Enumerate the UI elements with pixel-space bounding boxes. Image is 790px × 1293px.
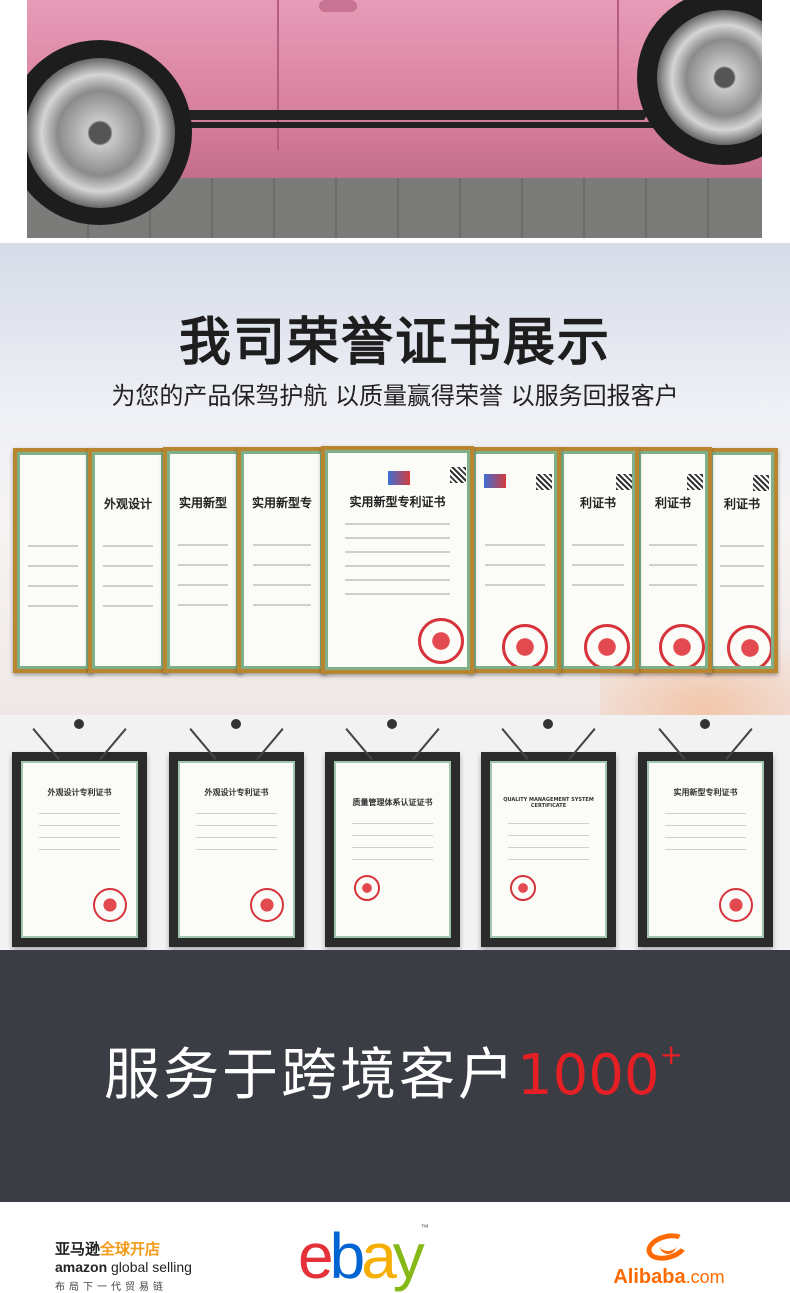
- customer-count-text: 服务于跨境客户1000+: [0, 1030, 790, 1111]
- ebay-letter: e: [298, 1220, 334, 1292]
- honor-title: 我司荣誉证书展示: [178, 313, 611, 373]
- certificate-card-featured: 实用新型专利证书: [321, 446, 474, 674]
- certificate-card: 实用新型专: [237, 447, 327, 673]
- framed-certificates: 外观设计专利证书 外观设计专利证书 质量管理体系认证证书 QUALITY MAN…: [0, 715, 790, 950]
- certificate-card: 利证书: [706, 448, 778, 673]
- ebay-letter: b: [329, 1220, 366, 1292]
- honor-subtitle: 为您的产品保驾护航 以质量赢得荣誉 以服务回报客户: [111, 382, 679, 410]
- certificate-card: 实用新型: [163, 447, 243, 673]
- certificate-frame: 外观设计专利证书: [12, 719, 147, 947]
- customer-count-number: 1000: [517, 1043, 660, 1108]
- alibaba-smile-icon: [643, 1228, 694, 1266]
- front-rim: [27, 58, 175, 208]
- plus-sign: +: [659, 1038, 686, 1071]
- certificate-frame: 实用新型专利证书: [638, 719, 773, 947]
- banner-label: 服务于跨境客户: [104, 1043, 517, 1108]
- ebay-letter: a: [361, 1220, 397, 1292]
- ebay-letter: y: [392, 1220, 425, 1292]
- door-seam-rear: [617, 0, 619, 110]
- certificate-card: 利证书: [634, 447, 712, 673]
- certificate-card: 外观设计: [88, 448, 168, 673]
- door-handle: [319, 0, 357, 12]
- certificate-card: 利证书: [557, 447, 639, 673]
- certificate-card: [13, 448, 93, 673]
- certificate-frame: QUALITY MANAGEMENT SYSTEM CERTIFICATE: [481, 719, 616, 947]
- side-stripe-decal-lower: [145, 122, 659, 128]
- trademark: ™: [420, 1223, 429, 1232]
- certificate-frame: 质量管理体系认证证书: [325, 719, 460, 947]
- car-photo: [27, 0, 762, 238]
- certificate-card: [469, 447, 561, 673]
- ebay-logo: ebay™: [298, 1223, 429, 1289]
- amazon-global-selling-logo: 亚马逊全球开店 amazon global selling 布局下一代贸易链: [55, 1240, 192, 1293]
- certificate-frame: 外观设计专利证书: [169, 719, 304, 947]
- side-stripe-decal: [174, 110, 650, 120]
- alibaba-logo: Alibaba.com: [604, 1228, 734, 1289]
